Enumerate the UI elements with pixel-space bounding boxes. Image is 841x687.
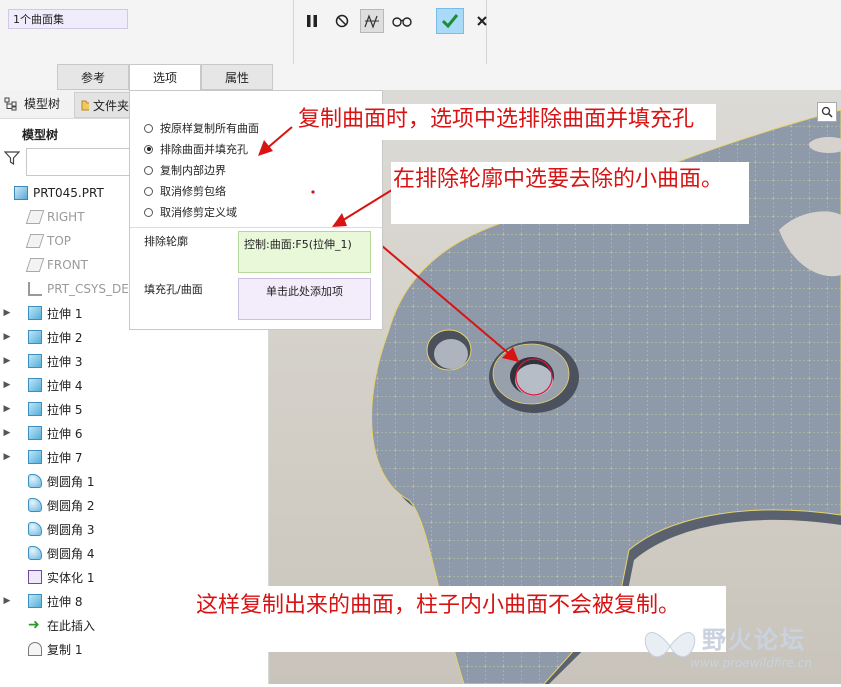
callout-step-1: 复制曲面时，选项中选排除曲面并填充孔 <box>294 104 717 141</box>
callout-result: 这样复制出来的曲面，柱子内小曲面不会被复制。 <box>190 586 727 653</box>
annotation-arrows <box>258 126 401 227</box>
callout-step-2: 在排除轮廓中选要去除的小曲面。 <box>391 162 750 225</box>
